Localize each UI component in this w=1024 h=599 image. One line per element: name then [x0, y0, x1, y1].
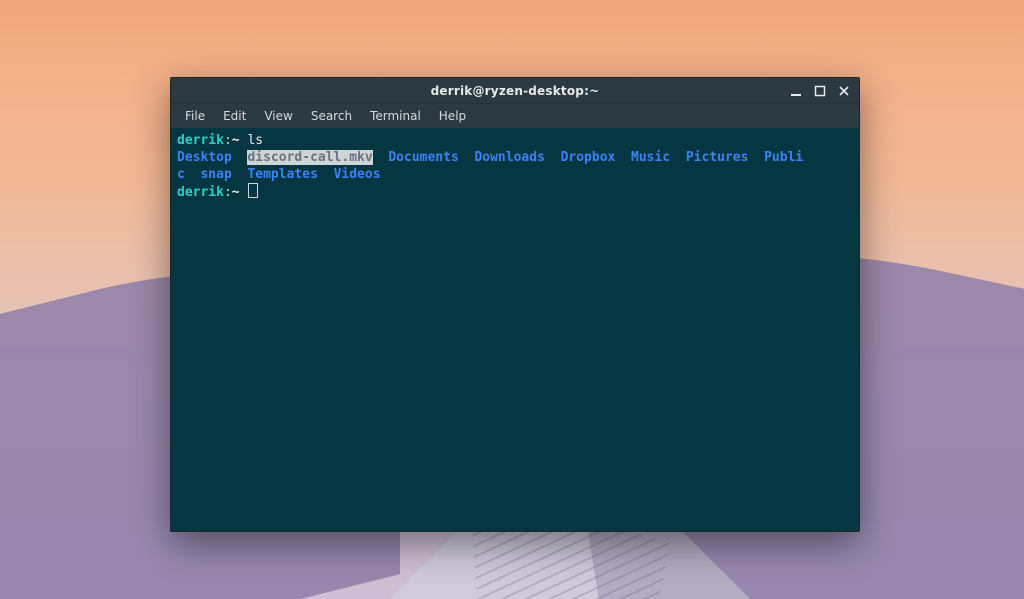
prompt-path: ~ [232, 133, 248, 148]
prompt-path: ~ [232, 185, 248, 200]
prompt-user: derrik [177, 133, 224, 148]
terminal-cursor [248, 183, 258, 198]
ls-entry: Templates [247, 167, 317, 182]
maximize-button[interactable] [809, 81, 831, 101]
ls-entry: Desktop [177, 150, 232, 165]
menu-edit[interactable]: Edit [215, 107, 254, 125]
terminal-command: ls [247, 133, 263, 148]
ls-entry: discord-call.mkv [247, 150, 372, 165]
ls-entry: Music [631, 150, 670, 165]
ls-entry: Documents [388, 150, 458, 165]
window-controls [785, 78, 855, 103]
menu-view[interactable]: View [256, 107, 300, 125]
terminal-body[interactable]: derrik:~ ls Desktop discord-call.mkv Doc… [171, 128, 859, 531]
prompt-sep: : [224, 185, 232, 200]
menubar: File Edit View Search Terminal Help [171, 103, 859, 128]
ls-entry: Dropbox [561, 150, 616, 165]
terminal-window: derrik@ryzen-desktop:~ File Edit View [170, 77, 860, 532]
menu-terminal[interactable]: Terminal [362, 107, 429, 125]
close-button[interactable] [833, 81, 855, 101]
ls-entry: snap [200, 167, 231, 182]
ls-entry: Pictures [686, 150, 749, 165]
ls-entry: Publi [764, 150, 803, 165]
window-titlebar[interactable]: derrik@ryzen-desktop:~ [171, 78, 859, 103]
menu-search[interactable]: Search [303, 107, 360, 125]
ls-entry: Videos [334, 167, 381, 182]
prompt-user: derrik [177, 185, 224, 200]
menu-help[interactable]: Help [431, 107, 474, 125]
minimize-button[interactable] [785, 81, 807, 101]
ls-entry: c [177, 167, 185, 182]
ls-entry: Downloads [474, 150, 544, 165]
window-title: derrik@ryzen-desktop:~ [171, 84, 859, 98]
prompt-sep: : [224, 133, 232, 148]
menu-file[interactable]: File [177, 107, 213, 125]
